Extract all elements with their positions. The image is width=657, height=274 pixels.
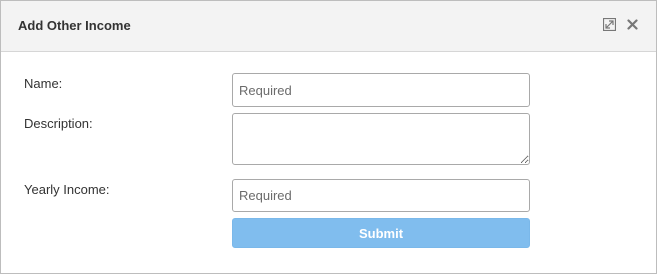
description-label: Description: <box>24 116 93 131</box>
add-other-income-dialog: Add Other Income Name: Description: Year… <box>0 0 657 274</box>
dialog-header: Add Other Income <box>1 1 656 52</box>
description-textarea[interactable] <box>232 113 530 165</box>
yearly-income-label: Yearly Income: <box>24 182 110 197</box>
close-icon[interactable] <box>624 16 640 32</box>
name-label: Name: <box>24 76 63 91</box>
submit-button[interactable]: Submit <box>232 218 530 248</box>
dialog-title: Add Other Income <box>18 18 131 33</box>
name-input[interactable] <box>232 73 530 107</box>
yearly-income-input[interactable] <box>232 179 530 212</box>
expand-icon[interactable] <box>601 16 617 32</box>
